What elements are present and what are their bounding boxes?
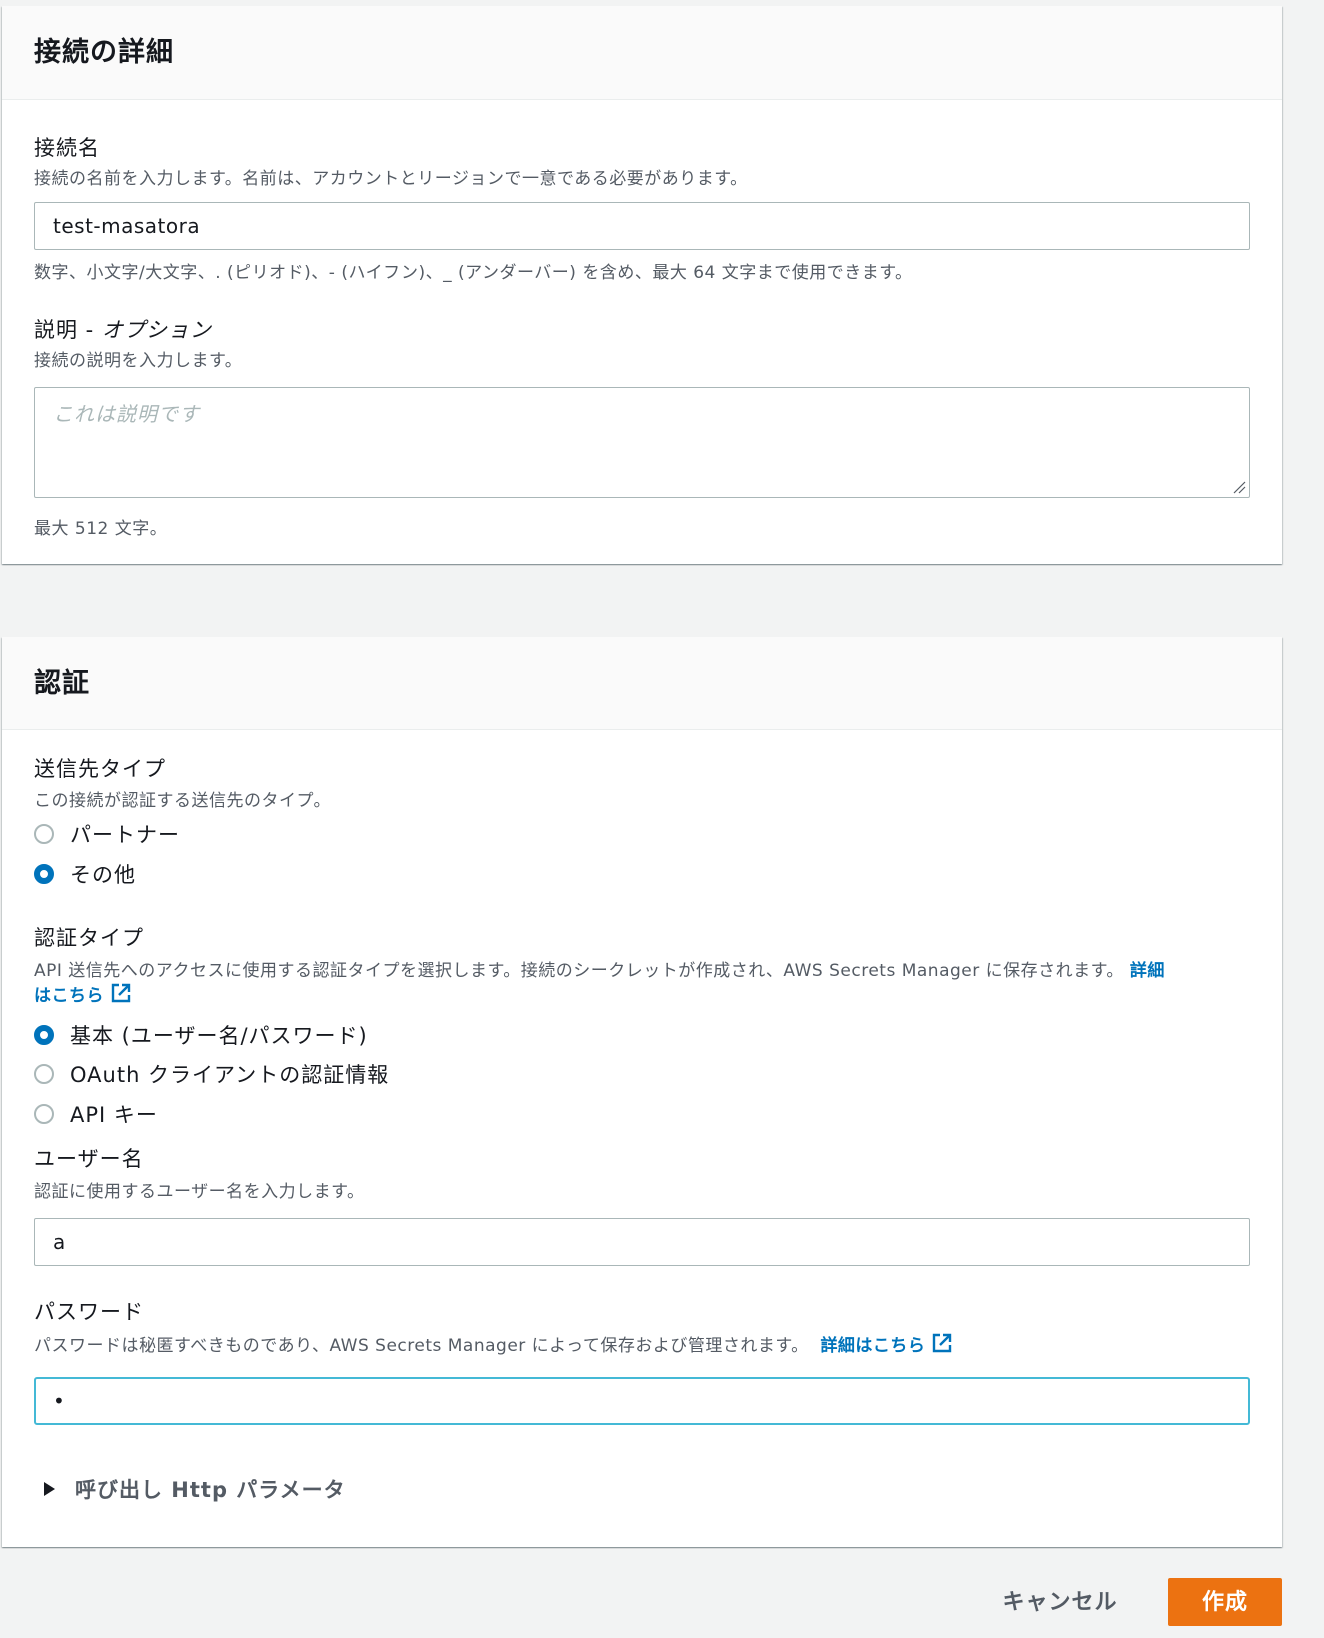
radio-oauth[interactable] bbox=[34, 1064, 54, 1084]
cancel-button[interactable]: キャンセル bbox=[980, 1578, 1140, 1626]
radio-partner[interactable] bbox=[34, 824, 54, 844]
auth-option-oauth[interactable]: OAuth クライアントの認証情報 bbox=[34, 1059, 389, 1089]
destination-option-partner[interactable]: パートナー bbox=[34, 819, 180, 849]
auth-type-link-text: はこちら bbox=[34, 986, 104, 1006]
radio-basic[interactable] bbox=[34, 1025, 54, 1045]
destination-option-other[interactable]: その他 bbox=[34, 859, 136, 889]
connection-name-description: 接続の名前を入力します。名前は、アカウントとリージョンで一意である必要があります… bbox=[34, 169, 748, 189]
connection-name-input[interactable]: test-masatora bbox=[34, 202, 1250, 250]
auth-option-label: OAuth クライアントの認証情報 bbox=[70, 1063, 390, 1087]
description-label-optional: オプション bbox=[101, 318, 212, 342]
auth-option-api-key[interactable]: API キー bbox=[34, 1099, 158, 1129]
auth-title: 認証 bbox=[34, 668, 90, 699]
password-label: パスワード bbox=[34, 1300, 144, 1324]
connection-details-title: 接続の詳細 bbox=[34, 37, 174, 68]
connection-details-panel: 接続の詳細 接続名 接続の名前を入力します。名前は、アカウントとリージョンで一意… bbox=[2, 6, 1282, 564]
http-parameters-expander[interactable]: 呼び出し Http パラメータ bbox=[44, 1474, 346, 1504]
connection-name-constraint: 数字、小文字/大文字、. (ピリオド)、- (ハイフン)、_ (アンダーバー) … bbox=[34, 263, 913, 283]
auth-type-learn-more-link-part2[interactable]: はこちら bbox=[34, 983, 132, 1006]
caret-right-icon bbox=[44, 1482, 55, 1496]
auth-option-label: 基本 (ユーザー名/パスワード) bbox=[70, 1024, 368, 1048]
auth-type-link-line2: はこちら bbox=[34, 981, 132, 1006]
create-button[interactable]: 作成 bbox=[1168, 1578, 1282, 1626]
username-label: ユーザー名 bbox=[34, 1147, 144, 1171]
http-parameters-label: 呼び出し Http パラメータ bbox=[75, 1478, 346, 1502]
radio-api-key[interactable] bbox=[34, 1104, 54, 1124]
password-link-text: 詳細はこちら bbox=[820, 1336, 926, 1356]
description-constraint: 最大 512 文字。 bbox=[34, 519, 168, 539]
description-textarea[interactable]: これは説明です bbox=[34, 387, 1250, 498]
description-label-text: 説明 - bbox=[34, 318, 102, 342]
auth-type-learn-more-link-part1[interactable]: 詳細 bbox=[1130, 961, 1165, 981]
external-link-icon bbox=[933, 1333, 952, 1353]
auth-header: 認証 bbox=[2, 637, 1282, 730]
password-input[interactable]: • bbox=[34, 1377, 1250, 1425]
radio-other[interactable] bbox=[34, 864, 54, 884]
external-link-icon bbox=[111, 983, 131, 1003]
connection-details-header: 接続の詳細 bbox=[2, 6, 1282, 100]
auth-option-basic[interactable]: 基本 (ユーザー名/パスワード) bbox=[34, 1020, 368, 1050]
destination-type-description: この接続が認証する送信先のタイプ。 bbox=[34, 791, 331, 811]
auth-option-label: API キー bbox=[70, 1103, 158, 1127]
connection-name-label: 接続名 bbox=[34, 136, 100, 160]
password-description-text: パスワードは秘匿すべきものであり、AWS Secrets Manager によっ… bbox=[34, 1336, 809, 1356]
password-description: パスワードは秘匿すべきものであり、AWS Secrets Manager によっ… bbox=[34, 1331, 953, 1356]
resize-handle-icon[interactable] bbox=[1232, 480, 1246, 494]
password-learn-more-link[interactable]: 詳細はこちら bbox=[820, 1333, 953, 1356]
username-input[interactable]: a bbox=[34, 1218, 1250, 1266]
destination-type-label: 送信先タイプ bbox=[34, 757, 166, 781]
destination-option-label: パートナー bbox=[70, 823, 180, 847]
auth-type-label: 認証タイプ bbox=[34, 926, 144, 950]
auth-type-description: API 送信先へのアクセスに使用する認証タイプを選択します。接続のシークレットが… bbox=[34, 956, 1165, 981]
username-description: 認証に使用するユーザー名を入力します。 bbox=[34, 1182, 365, 1202]
description-description: 接続の説明を入力します。 bbox=[34, 351, 243, 371]
destination-option-label: その他 bbox=[70, 863, 136, 887]
auth-type-description-text: API 送信先へのアクセスに使用する認証タイプを選択します。接続のシークレットが… bbox=[34, 961, 1124, 981]
description-placeholder: これは説明です bbox=[53, 402, 200, 426]
description-label: 説明 - オプション bbox=[34, 314, 212, 344]
